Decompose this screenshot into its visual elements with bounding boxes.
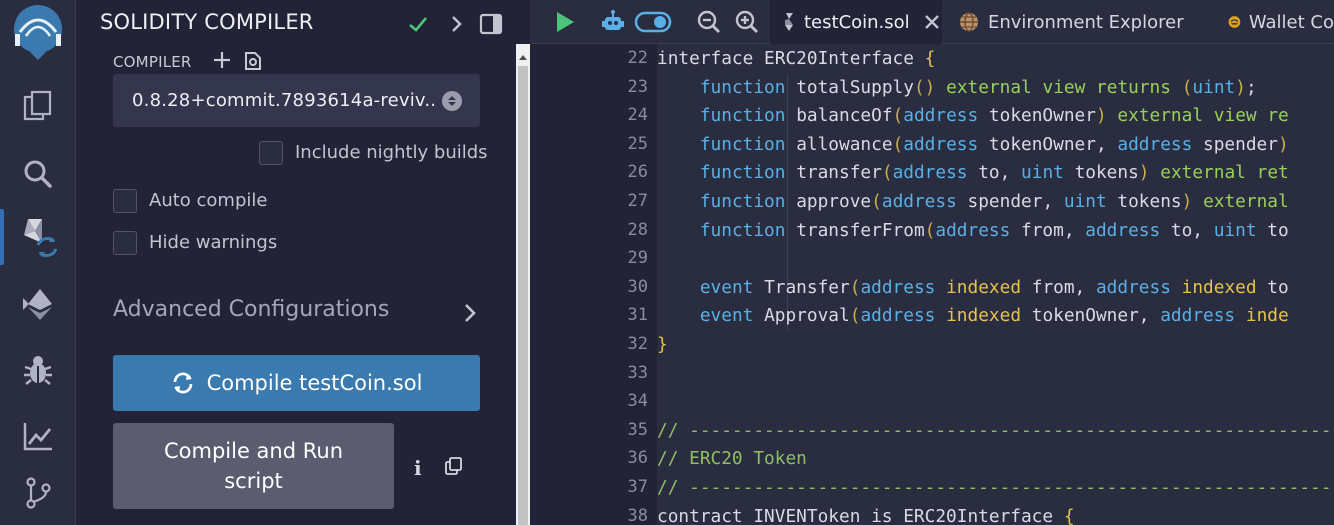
line-number: 27 — [627, 191, 648, 211]
line-number: 23 — [627, 76, 648, 97]
wallet-connect-icon — [1228, 16, 1241, 28]
remix-logo-icon[interactable] — [0, 5, 76, 62]
tab-label: Wallet Co — [1248, 11, 1334, 33]
line-number: 29 — [627, 248, 648, 269]
panel-scrollbar-thumb[interactable] — [518, 66, 528, 525]
line-number: 35 — [627, 419, 648, 440]
code-line: } — [657, 334, 668, 355]
solidity-file-icon — [785, 13, 793, 31]
editor-topbar: testCoin.sol Environment Explorer Wallet… — [530, 0, 1334, 44]
globe-icon — [960, 12, 978, 32]
code-line: // -------------------------------------… — [657, 477, 1334, 498]
tab-wallet-connect[interactable]: Wallet Co — [1228, 0, 1334, 44]
line-number: 22 — [627, 48, 648, 68]
panel-title: SOLIDITY COMPILER — [100, 10, 314, 34]
zoom-in-icon[interactable] — [734, 8, 760, 36]
file-explorer-icon[interactable] — [0, 78, 76, 134]
code-line: function transferFrom(address from, addr… — [699, 219, 1289, 241]
tab-label: Environment Explorer — [988, 11, 1184, 33]
info-icon[interactable]: i — [414, 456, 422, 480]
ai-robot-icon[interactable] — [600, 8, 626, 36]
code-line: event Approval(address indexed tokenOwne… — [699, 305, 1289, 327]
refresh-icon — [173, 372, 192, 394]
line-number: 33 — [627, 362, 648, 383]
git-icon[interactable] — [0, 465, 76, 521]
auto-compile-label: Auto compile — [149, 190, 268, 211]
compile-and-run-button[interactable]: Compile and Run script — [113, 423, 394, 509]
code-area[interactable]: interface ERC20Interface { function tota… — [657, 44, 1334, 525]
auto-compile-checkbox[interactable] — [113, 189, 137, 213]
line-number: 25 — [627, 133, 648, 154]
code-line: interface ERC20Interface { — [657, 48, 936, 69]
line-number: 31 — [627, 305, 648, 326]
code-line: function approve(address spender, uint t… — [699, 191, 1289, 212]
chevron-right-icon[interactable] — [461, 302, 479, 328]
deploy-run-icon[interactable] — [0, 276, 76, 332]
solidity-compiler-icon[interactable] — [0, 209, 76, 265]
include-nightly-checkbox[interactable] — [259, 141, 283, 165]
compile-and-run-label: Compile and Run script — [163, 439, 343, 493]
line-number: 34 — [627, 391, 648, 412]
line-number-gutter: 22 23 24 25 26 27 28 29 30 31 32 33 34 35 36 37 38 — [530, 44, 648, 525]
compile-button[interactable]: Compile testCoin.sol — [113, 355, 480, 411]
load-custom-compiler-icon[interactable] — [242, 50, 264, 76]
analysis-icon[interactable] — [0, 408, 76, 464]
code-editor[interactable]: 22 23 24 25 26 27 28 29 30 31 32 33 34 35 36 37 38 inter… — [530, 44, 1334, 525]
code-line: function allowance(address tokenOwner, a… — [699, 133, 1289, 155]
line-number: 32 — [627, 334, 648, 354]
include-nightly-label: Include nightly builds — [295, 142, 488, 163]
code-line: event Transfer(address indexed from, add… — [699, 276, 1289, 298]
advanced-configurations-toggle[interactable]: Advanced Configurations — [113, 297, 389, 322]
run-script-icon[interactable] — [554, 8, 576, 36]
toggle-switch-icon[interactable] — [634, 8, 672, 36]
line-number: 30 — [627, 276, 648, 297]
line-number: 26 — [627, 162, 648, 183]
tab-environment-explorer[interactable]: Environment Explorer — [958, 0, 1198, 44]
line-number: 36 — [627, 448, 648, 469]
panel-header: SOLIDITY COMPILER — [76, 0, 516, 46]
compile-button-label: Compile testCoin.sol — [206, 371, 423, 395]
code-line: function balanceOf(address tokenOwner) e… — [699, 105, 1289, 127]
icon-rail — [0, 0, 76, 525]
tab-testcoin[interactable]: testCoin.sol — [770, 0, 942, 44]
line-number: 24 — [627, 105, 648, 126]
code-line: function totalSupply() external view ret… — [699, 76, 1257, 98]
tab-label: testCoin.sol — [804, 11, 910, 33]
toggle-panel-icon[interactable] — [479, 12, 503, 36]
zoom-out-icon[interactable] — [696, 8, 722, 36]
close-icon[interactable] — [924, 14, 940, 30]
hide-warnings-label: Hide warnings — [149, 232, 278, 253]
scroll-up-icon[interactable] — [518, 48, 528, 67]
compiler-label: COMPILER — [113, 53, 192, 71]
hide-warnings-checkbox[interactable] — [113, 231, 137, 255]
select-updown-icon — [442, 91, 462, 111]
line-number: 28 — [627, 219, 648, 240]
search-icon[interactable] — [0, 146, 76, 202]
compiler-panel: SOLIDITY COMPILER COMPILER 0.8.28+commit… — [76, 0, 516, 525]
chevron-right-icon[interactable] — [444, 12, 468, 36]
debugger-icon[interactable] — [0, 342, 76, 398]
line-number: 38 — [627, 505, 648, 525]
code-line: function transfer(address to, uint token… — [699, 162, 1289, 184]
line-number: 37 — [627, 477, 648, 497]
code-line: // ERC20 Token — [657, 448, 807, 470]
code-line: // -------------------------------------… — [657, 419, 1334, 441]
add-compiler-icon[interactable] — [212, 50, 232, 74]
copy-icon[interactable] — [444, 456, 464, 480]
checkmark-icon — [406, 12, 430, 36]
code-line: contract INVENToken is ERC20Interface { — [657, 505, 1075, 525]
compiler-version-value: 0.8.28+commit.7893614a-reviv... — [132, 90, 438, 111]
compiler-version-select[interactable]: 0.8.28+commit.7893614a-reviv... — [113, 74, 480, 127]
